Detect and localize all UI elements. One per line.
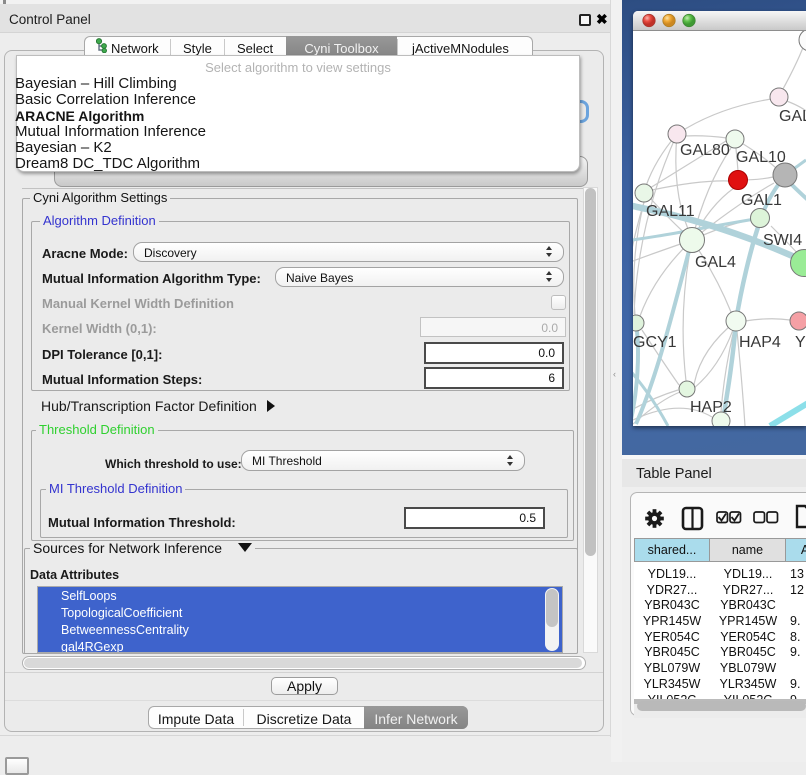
svg-text:GAL4: GAL4 — [695, 254, 736, 271]
svg-text:GCY1: GCY1 — [633, 334, 677, 351]
svg-text:HAP4: HAP4 — [739, 334, 781, 351]
svg-text:GAL80: GAL80 — [680, 142, 730, 159]
svg-text:SWI4: SWI4 — [763, 232, 802, 249]
svg-text:GAL11: GAL11 — [646, 203, 695, 220]
svg-text:HAP2: HAP2 — [690, 399, 732, 416]
svg-text:GAL10: GAL10 — [736, 149, 786, 166]
svg-text:GAL80: GAL80 — [779, 108, 806, 125]
svg-text:Y: Y — [795, 334, 806, 351]
svg-text:GAL1: GAL1 — [741, 192, 782, 209]
